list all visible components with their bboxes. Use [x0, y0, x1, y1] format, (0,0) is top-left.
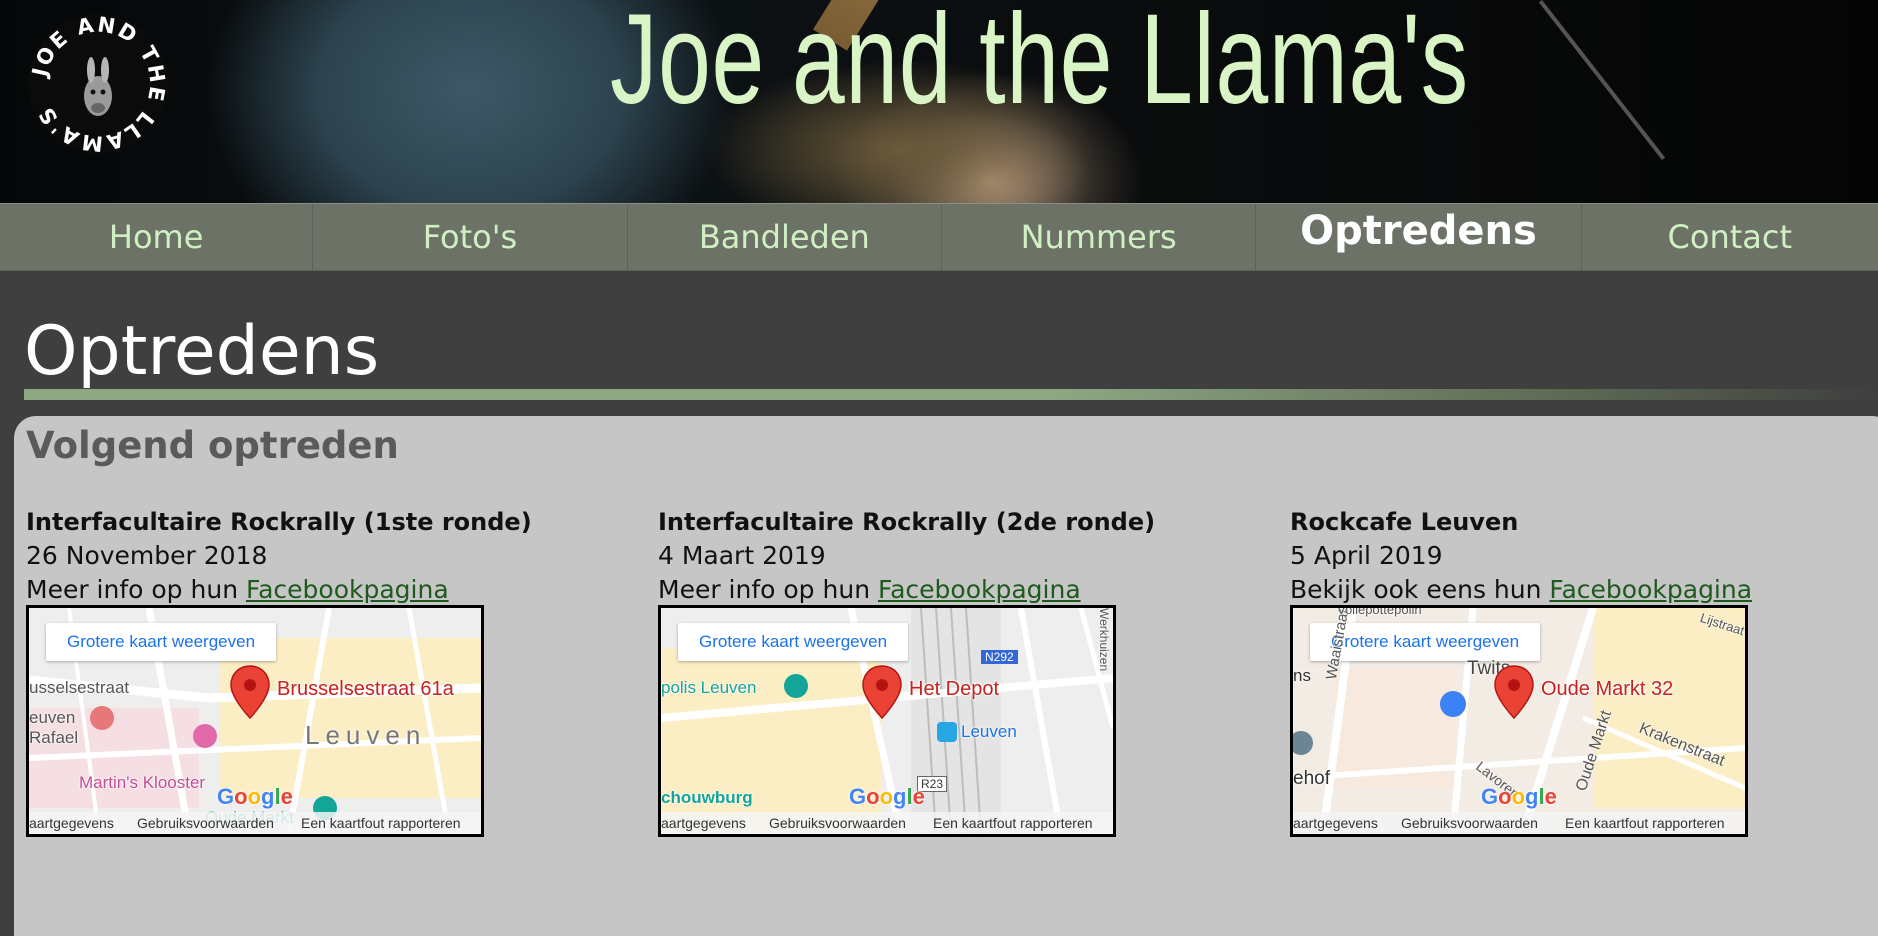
report-error-link[interactable]: Een kaartfout rapporteren	[1565, 812, 1725, 834]
event-map[interactable]: Grotere kaart weergeven usselsestraat eu…	[26, 605, 484, 837]
event-date: 5 April 2019	[1290, 541, 1443, 570]
google-letter: o	[247, 784, 262, 809]
map-footer: aartgegevens Gebruiksvoorwaarden Een kaa…	[29, 812, 481, 834]
larger-map-button[interactable]: Grotere kaart weergeven	[46, 623, 277, 661]
mic-stand-photo	[1538, 0, 1666, 161]
map-city-label: Leuven	[305, 720, 427, 750]
map-pin-icon[interactable]	[229, 664, 271, 720]
section-heading: Volgend optreden	[26, 424, 399, 467]
facebook-link[interactable]: Facebookpagina	[878, 575, 1081, 604]
map-footer: aartgegevens Gebruiksvoorwaarden Een kaa…	[1293, 812, 1745, 834]
event-title: Rockcafe Leuven	[1290, 508, 1519, 536]
google-letter: o	[1511, 784, 1526, 809]
map-data-link[interactable]: aartgegevens	[29, 812, 114, 834]
google-letter: o	[234, 784, 248, 809]
map-pin-icon[interactable]	[861, 664, 903, 720]
facebook-link[interactable]: Facebookpagina	[1549, 575, 1752, 604]
google-letter: G	[1481, 784, 1499, 809]
google-letter: g	[261, 784, 275, 809]
google-logo: Google	[1481, 784, 1557, 810]
map-street-label: Vollepottepolin	[1337, 605, 1422, 617]
event-card: Interfacultaire Rockrally (1ste ronde) 2…	[26, 505, 532, 607]
map-footer: aartgegevens Gebruiksvoorwaarden Een kaa…	[661, 812, 1113, 834]
nav-item-fotos[interactable]: Foto's	[313, 204, 628, 270]
event-map[interactable]: Grotere kaart weergeven polis Leuven Leu…	[658, 605, 1116, 837]
site-title: Joe and the Llama's	[610, 0, 1469, 131]
event-info-prefix: Meer info op hun	[658, 575, 871, 604]
band-logo[interactable]: JOE AND THE LLAMA'S	[27, 12, 168, 156]
title-underline	[24, 389, 1878, 400]
event-info: Meer info op hun Facebookpagina	[26, 573, 496, 607]
google-letter: o	[1498, 784, 1512, 809]
google-letter: g	[1525, 784, 1539, 809]
google-letter: o	[879, 784, 894, 809]
map-data-link[interactable]: aartgegevens	[661, 812, 746, 834]
map-poi-label: Leuven	[961, 722, 1017, 741]
nav-item-contact[interactable]: Contact	[1582, 204, 1878, 270]
main-nav: Home Foto's Bandleden Nummers Optredens …	[0, 203, 1878, 271]
map-poi-label: Martin's Klooster	[79, 773, 206, 792]
event-info-prefix: Bekijk ook eens hun	[1290, 575, 1542, 604]
report-error-link[interactable]: Een kaartfout rapporteren	[301, 812, 461, 834]
facebook-link[interactable]: Facebookpagina	[246, 575, 449, 604]
event-card: Interfacultaire Rockrally (2de ronde) 4 …	[658, 505, 1156, 607]
site-header: JOE AND THE LLAMA'S Joe and the Llama's	[0, 0, 1878, 203]
map-poi-label: chouwburg	[661, 788, 753, 807]
event-title: Interfacultaire Rockrally (1ste ronde)	[26, 508, 532, 536]
map-road-badge: N292	[981, 650, 1018, 664]
google-letter: G	[849, 784, 867, 809]
llama-logo-icon: JOE AND THE LLAMA'S	[27, 12, 167, 155]
event-card: Rockcafe Leuven 5 April 2019 Bekijk ook …	[1290, 505, 1760, 607]
map-place-label: Brusselsestraat 61a	[277, 678, 454, 700]
nav-item-optredens[interactable]: Optredens	[1256, 204, 1582, 270]
terms-link[interactable]: Gebruiksvoorwaarden	[1401, 812, 1538, 834]
google-logo: Google	[849, 784, 925, 810]
map-street-label: euven	[29, 708, 76, 727]
google-logo: Google	[217, 784, 293, 810]
nav-item-nummers[interactable]: Nummers	[942, 204, 1257, 270]
map-poi-label: polis Leuven	[661, 678, 757, 697]
terms-link[interactable]: Gebruiksvoorwaarden	[137, 812, 274, 834]
map-street-label: usselsestraat	[29, 678, 130, 697]
map-place-label: Oude Markt 32	[1541, 678, 1674, 700]
event-map[interactable]: Grotere kaart weergeven Twits Waaistraat…	[1290, 605, 1748, 837]
event-info: Meer info op hun Facebookpagina	[658, 573, 1128, 607]
google-letter: g	[893, 784, 907, 809]
google-letter: o	[866, 784, 880, 809]
terms-link[interactable]: Gebruiksvoorwaarden	[769, 812, 906, 834]
event-date: 4 Maart 2019	[658, 541, 826, 570]
map-place-label: Het Depot	[909, 678, 1000, 700]
page-title: Optredens	[24, 312, 380, 391]
map-street-label: ehof	[1293, 768, 1330, 789]
nav-item-bandleden[interactable]: Bandleden	[628, 204, 942, 270]
nav-item-home[interactable]: Home	[0, 204, 314, 270]
google-letter: e	[1544, 784, 1557, 809]
map-street-label: Werkhuizen	[1097, 608, 1111, 672]
event-info: Bekijk ook eens hun Facebookpagina	[1290, 573, 1760, 607]
event-date: 26 November 2018	[26, 541, 268, 570]
event-title: Interfacultaire Rockrally (2de ronde)	[658, 508, 1156, 536]
report-error-link[interactable]: Een kaartfout rapporteren	[933, 812, 1093, 834]
larger-map-button[interactable]: Grotere kaart weergeven	[678, 623, 909, 661]
google-letter: e	[912, 784, 925, 809]
google-letter: e	[280, 784, 293, 809]
map-street-label: ns	[1293, 666, 1311, 685]
map-data-link[interactable]: aartgegevens	[1293, 812, 1378, 834]
map-street-label: Rafael	[29, 728, 79, 747]
google-letter: G	[217, 784, 235, 809]
event-info-prefix: Meer info op hun	[26, 575, 239, 604]
map-pin-icon[interactable]	[1493, 664, 1535, 720]
